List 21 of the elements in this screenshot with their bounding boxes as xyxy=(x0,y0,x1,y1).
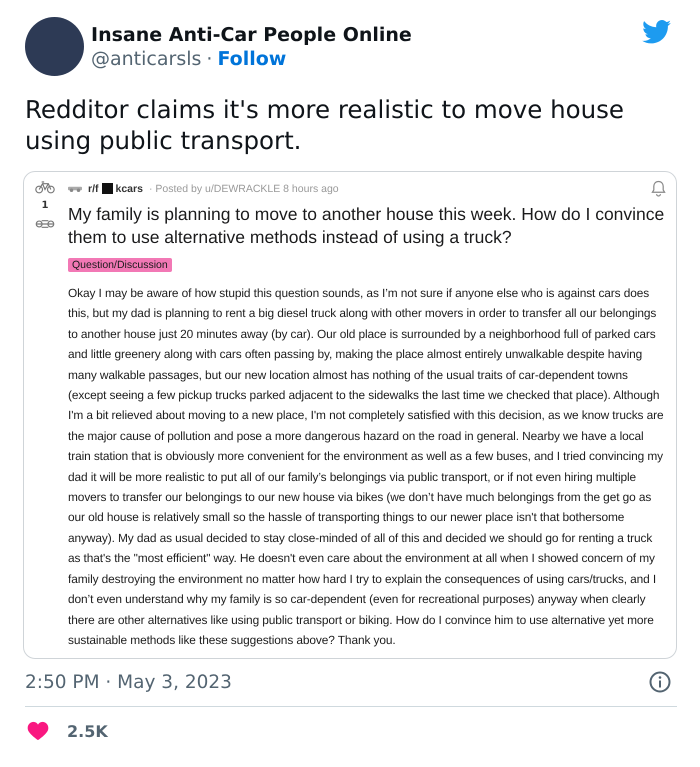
censor-bar xyxy=(102,183,112,194)
timestamp: 2:50 PM · May 3, 2023 xyxy=(25,672,232,693)
author-name: Insane Anti-Car People Online xyxy=(91,24,413,46)
flair-tag: Question/Discussion xyxy=(68,258,172,272)
heart-icon[interactable] xyxy=(27,721,49,742)
bicycle-icon xyxy=(35,180,55,194)
like-count: 2.5K xyxy=(67,722,108,741)
post-title: My family is planning to move to another house this week. How do I convince them to use alternative methods instead of using a truck? xyxy=(68,203,666,249)
author-handle: @anticarsls xyxy=(91,48,202,70)
bell-icon[interactable] xyxy=(651,180,666,197)
subreddit-icon xyxy=(68,185,82,192)
subreddit-name-start[interactable]: r/f xyxy=(88,182,98,194)
bird-icon xyxy=(642,20,671,44)
follow-link[interactable]: Follow xyxy=(217,48,286,70)
tweet-text: Redditor claims it's more realistic to move house using public transport. xyxy=(25,94,625,156)
subreddit-name-end[interactable]: kcars xyxy=(116,182,143,194)
info-icon[interactable] xyxy=(649,671,671,694)
vote-count: 1 xyxy=(42,200,48,211)
separator: · xyxy=(206,48,212,70)
post-body: Okay I may be aware of how stupid this question sounds, as I’m not sure if anyone else who is against cars does this, but my dad is planning to rent a big diesel truck along with other movers in order to transfer all our belongings to another house just 20 minutes away (by car). Our old place is surrounded by a neighborhood full of parked cars and little greenery along with cars often passing by, making the place almost entirely unwalkable despite having many walkable passages, but our new location almost has nothing of the usual traits of car-dependent towns (except seeing a few pickup trucks parked adjacent to the sidewalks the last time we checked that place). Although I'm a bit relieved about moving to a new place, I'm not completely satisfied with this decision, as we know trucks are the major cause of pollution and pose a more dangerous hazard on the road in general. Nearby we have a local train station that is obviously more convenient for the environment as well as a few buses, and I tried convincing my dad it will be more realistic to put all of our family’s belongings via public transport, or if not even hiring multiple movers to transfer our belongings to our new house via bikes (we don’t have much belongings from the get go as our old house is relatively small so the hassle of transporting things to our newer place isn't that bothersome anyway). My dad as usual decided to stay close-minded of all of this and decided we should go for renting a truck as that's the "most efficient" way. He doesn't even care about the environment at all when I showed concern of my family destroying the environment no matter how hard I try to explain the consequences of using cars/trucks, and I don’t even understand why my family is so car-dependent (even for recreational purposes) anyway when clearly there are other alternatives like using public transport or biking. How do I convince him to use alternative yet more sustainable methods like these suggestions above? Thank you. xyxy=(68,285,664,649)
post-meta: · Posted by u/DEWRACKLE 8 hours ago xyxy=(148,182,340,194)
